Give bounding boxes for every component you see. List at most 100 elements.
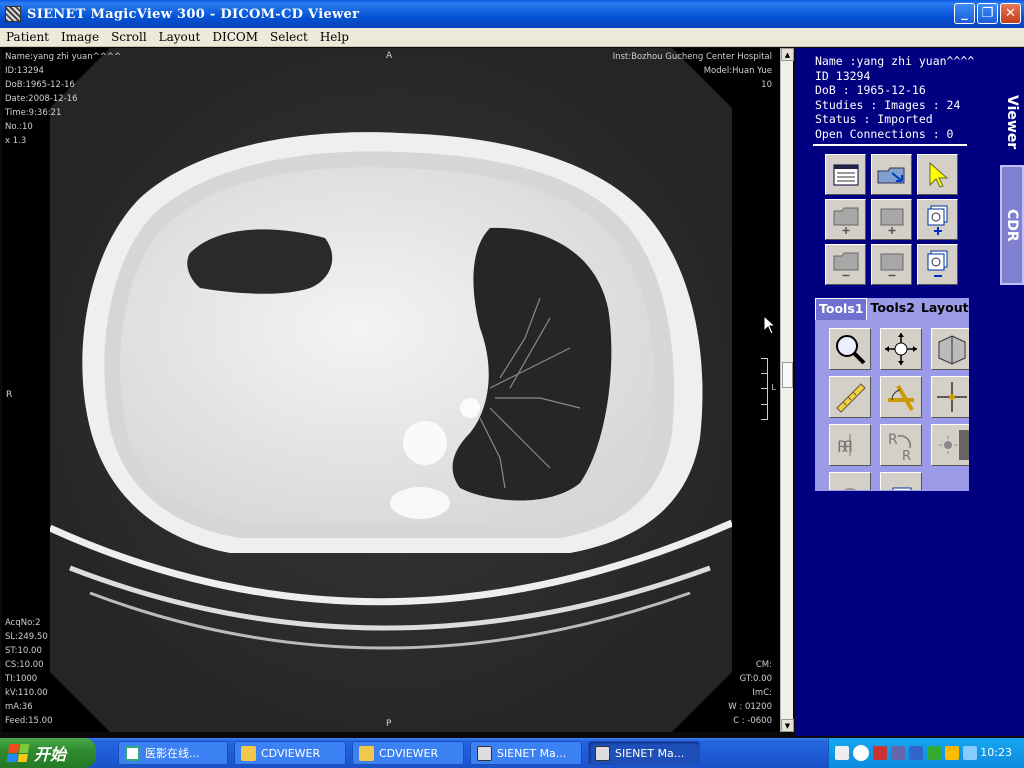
overlay-cs: CS:10.00 xyxy=(5,660,44,670)
zoom-tool-button[interactable] xyxy=(829,328,871,370)
folder-add-icon xyxy=(833,207,858,234)
menu-image[interactable]: Image xyxy=(55,30,105,44)
overlay-gt: GT:0.00 xyxy=(739,674,772,684)
overlay-top-left: Name:yang zhi yuan^^^^ ID:13294 DoB:1965… xyxy=(5,50,121,148)
window-level-tool-button[interactable] xyxy=(931,424,969,466)
task-item-sienet-2[interactable]: SIENET Ma... xyxy=(588,741,700,765)
tab-tools1[interactable]: Tools1 xyxy=(815,298,868,320)
menu-patient[interactable]: Patient xyxy=(0,30,55,44)
segment-tool-button[interactable] xyxy=(829,472,871,490)
overlay-image-number: 10 xyxy=(761,80,772,90)
report-tool-button[interactable] xyxy=(880,472,922,490)
add-image-button[interactable] xyxy=(917,199,958,240)
select-pointer-button[interactable] xyxy=(917,154,958,195)
start-label: 开始 xyxy=(34,745,67,764)
image-scrollbar[interactable]: ▲ ▼ xyxy=(780,48,794,732)
list-window-icon xyxy=(833,164,858,185)
maximize-button[interactable]: ❐ xyxy=(977,3,998,24)
overlay-window-center: C : -0600 xyxy=(733,716,772,726)
tray-app-icon[interactable] xyxy=(945,746,959,760)
crosshair-tool-button[interactable] xyxy=(931,376,969,418)
import-button[interactable] xyxy=(871,154,912,195)
patient-dob: DoB : 1965-12-16 xyxy=(815,83,926,98)
close-button[interactable]: ✕ xyxy=(1000,3,1021,24)
overlay-zoom: x 1.3 xyxy=(5,136,27,146)
menu-bar: Patient Image Scroll Layout DICOM Select… xyxy=(0,28,1024,47)
task-item-cdviewer-2[interactable]: CDVIEWER xyxy=(352,741,464,765)
control-panel: Name :yang zhi yuan^^^^ ID 13294 DoB : 1… xyxy=(795,48,1024,736)
menu-layout[interactable]: Layout xyxy=(153,30,207,44)
measure-tool-button[interactable] xyxy=(829,376,871,418)
volume-icon[interactable] xyxy=(963,746,977,760)
overlay-id: ID:13294 xyxy=(5,66,44,76)
tab-tools2[interactable]: Tools2 xyxy=(867,298,917,320)
mouse-cursor-icon xyxy=(763,315,777,335)
folder-icon xyxy=(359,745,374,761)
ruler-icon xyxy=(836,383,866,413)
orientation-posterior: P xyxy=(386,719,392,729)
crosshair-icon xyxy=(937,382,967,412)
tab-cdr[interactable]: CDR xyxy=(1000,165,1024,285)
pointer-arrow-icon xyxy=(929,161,948,188)
angle-tool-button[interactable] xyxy=(880,376,922,418)
folder-import-icon xyxy=(877,167,904,183)
scroll-down-arrow-icon[interactable]: ▼ xyxy=(781,719,794,732)
tab-viewer[interactable]: Viewer xyxy=(1000,78,1024,166)
overlay-kv: kV:110.00 xyxy=(5,688,48,698)
start-button[interactable]: 开始 xyxy=(0,738,96,768)
task-list: 医影在线... CDVIEWER CDVIEWER SIENET Ma... S… xyxy=(118,741,700,765)
remove-image-button[interactable] xyxy=(917,244,958,285)
add-folder-button[interactable] xyxy=(825,199,866,240)
info-divider xyxy=(813,144,967,146)
overlay-st: ST:10.00 xyxy=(5,646,42,656)
study-list-button[interactable] xyxy=(825,154,866,195)
menu-select[interactable]: Select xyxy=(264,30,314,44)
tray-app-icon[interactable] xyxy=(873,746,887,760)
keyboard-icon[interactable] xyxy=(835,746,849,760)
overlay-sl: SL:249.50 xyxy=(5,632,48,642)
scroll-up-arrow-icon[interactable]: ▲ xyxy=(781,48,794,61)
move-hand-icon xyxy=(885,333,917,365)
overlay-model: Model:Huan Yue xyxy=(703,66,772,76)
title-bar: SIENET MagicView 300 - DICOM-CD Viewer _… xyxy=(0,0,1024,28)
ruler-label: L xyxy=(771,383,776,392)
remove-folder-button[interactable] xyxy=(825,244,866,285)
overlay-feed: Feed:15.00 xyxy=(5,716,53,726)
tool-tabs: Tools1 Tools2 Layout xyxy=(815,298,969,320)
magnifier-icon xyxy=(836,335,866,365)
overlay-cm: CM: xyxy=(755,660,772,670)
task-item-cdviewer-1[interactable]: CDVIEWER xyxy=(234,741,346,765)
tab-layout[interactable]: Layout xyxy=(918,298,972,320)
image-viewport[interactable]: Name:yang zhi yuan^^^^ ID:13294 DoB:1965… xyxy=(2,48,780,732)
3d-tool-button[interactable] xyxy=(931,328,969,370)
task-label: 医影在线... xyxy=(145,747,200,760)
add-series-button[interactable] xyxy=(871,199,912,240)
pan-tool-button[interactable] xyxy=(880,328,922,370)
flip-tool-button[interactable]: RR xyxy=(829,424,871,466)
scroll-thumb[interactable] xyxy=(782,362,793,388)
task-item-sienet-1[interactable]: SIENET Ma... xyxy=(470,741,582,765)
menu-help[interactable]: Help xyxy=(314,30,355,44)
task-item-browser[interactable]: 医影在线... xyxy=(118,741,228,765)
network-icon[interactable] xyxy=(891,746,905,760)
rotate-icon: RR xyxy=(888,432,911,462)
patient-status: Status : Imported xyxy=(815,112,933,127)
tray-app-icon[interactable] xyxy=(927,746,941,760)
taskbar: 开始 医影在线... CDVIEWER CDVIEWER SIENET Ma..… xyxy=(0,738,1024,768)
remove-series-button[interactable] xyxy=(871,244,912,285)
task-label: CDVIEWER xyxy=(261,746,321,760)
task-label: SIENET Ma... xyxy=(497,746,567,760)
tray-expand-icon[interactable] xyxy=(853,745,869,761)
menu-dicom[interactable]: DICOM xyxy=(206,30,264,44)
overlay-bottom-left: AcqNo:2 SL:249.50 ST:10.00 CS:10.00 TI:1… xyxy=(5,616,52,728)
image-remove-icon xyxy=(927,250,947,277)
box-add-icon xyxy=(880,208,903,234)
minimize-button[interactable]: _ xyxy=(954,3,975,24)
tray-app-icon[interactable] xyxy=(909,746,923,760)
rotate-tool-button[interactable]: RR xyxy=(880,424,922,466)
overlay-name: Name:yang zhi yuan^^^^ xyxy=(5,52,122,62)
protractor-icon xyxy=(888,384,914,412)
menu-scroll[interactable]: Scroll xyxy=(105,30,153,44)
orientation-anterior: A xyxy=(386,51,393,61)
app-icon[interactable] xyxy=(5,6,21,22)
